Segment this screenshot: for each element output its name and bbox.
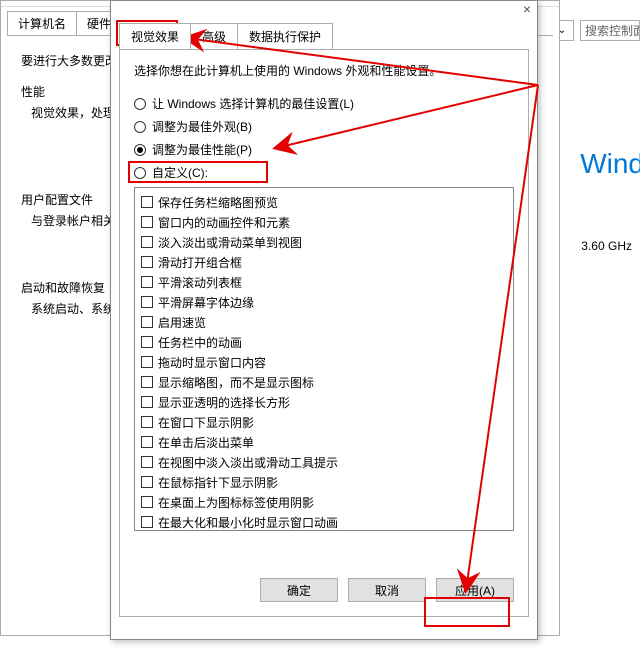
checkbox-icon[interactable]: [141, 416, 153, 428]
radio-label: 让 Windows 选择计算机的最佳设置(L): [152, 95, 354, 112]
list-item[interactable]: 拖动时显示窗口内容: [137, 352, 511, 372]
list-item[interactable]: 在窗口下显示阴影: [137, 412, 511, 432]
list-item[interactable]: 窗口内的动画控件和元素: [137, 212, 511, 232]
checkbox-icon[interactable]: [141, 256, 153, 268]
list-item-label: 在最大化和最小化时显示窗口动画: [158, 514, 338, 531]
list-item[interactable]: 启用速览: [137, 312, 511, 332]
list-item-label: 在鼠标指针下显示阴影: [158, 474, 278, 491]
list-item-label: 拖动时显示窗口内容: [158, 354, 266, 371]
checkbox-icon[interactable]: [141, 276, 153, 288]
checkbox-icon[interactable]: [141, 296, 153, 308]
checkbox-icon[interactable]: [141, 516, 153, 528]
radio-let-windows-choose[interactable]: 让 Windows 选择计算机的最佳设置(L): [134, 95, 514, 112]
tab-visual-effects[interactable]: 视觉效果: [119, 23, 191, 49]
radio-best-performance[interactable]: 调整为最佳性能(P): [134, 141, 514, 158]
radio-label: 调整为最佳性能(P): [152, 141, 252, 158]
checkbox-icon[interactable]: [141, 436, 153, 448]
list-item-label: 在窗口下显示阴影: [158, 414, 254, 431]
list-item-label: 保存任务栏缩略图预览: [158, 194, 278, 211]
apply-button[interactable]: 应用(A): [436, 578, 514, 602]
list-item[interactable]: 显示亚透明的选择长方形: [137, 392, 511, 412]
list-item-label: 窗口内的动画控件和元素: [158, 214, 290, 231]
list-item[interactable]: 淡入淡出或滑动菜单到视图: [137, 232, 511, 252]
list-item-label: 滑动打开组合框: [158, 254, 242, 271]
list-item-label: 显示亚透明的选择长方形: [158, 394, 290, 411]
radio-label: 自定义(C):: [152, 164, 208, 181]
list-item[interactable]: 平滑滚动列表框: [137, 272, 511, 292]
list-item-label: 平滑屏幕字体边缘: [158, 294, 254, 311]
windows-brand-text: Wind: [580, 148, 640, 180]
checkbox-icon[interactable]: [141, 236, 153, 248]
perf-tabs: 视觉效果 高级 数据执行保护: [111, 17, 537, 49]
checkbox-icon[interactable]: [141, 336, 153, 348]
list-item[interactable]: 保存任务栏缩略图预览: [137, 192, 511, 212]
radio-best-appearance[interactable]: 调整为最佳外观(B): [134, 118, 514, 135]
list-item-label: 平滑滚动列表框: [158, 274, 242, 291]
checkbox-icon[interactable]: [141, 216, 153, 228]
list-item-label: 任务栏中的动画: [158, 334, 242, 351]
list-item[interactable]: 显示缩略图，而不是显示图标: [137, 372, 511, 392]
list-item-label: 在视图中淡入淡出或滑动工具提示: [158, 454, 338, 471]
list-item[interactable]: 在视图中淡入淡出或滑动工具提示: [137, 452, 511, 472]
list-item-label: 启用速览: [158, 314, 206, 331]
cancel-button[interactable]: 取消: [348, 578, 426, 602]
checkbox-icon[interactable]: [141, 316, 153, 328]
list-item[interactable]: 滑动打开组合框: [137, 252, 511, 272]
checkbox-icon[interactable]: [141, 496, 153, 508]
checkbox-icon[interactable]: [141, 356, 153, 368]
radio-icon: [134, 144, 146, 156]
radio-icon: [134, 121, 146, 133]
list-item[interactable]: 在桌面上为图标标签使用阴影: [137, 492, 511, 512]
close-icon[interactable]: ×: [523, 1, 531, 17]
checkbox-icon[interactable]: [141, 376, 153, 388]
list-item[interactable]: 平滑屏幕字体边缘: [137, 292, 511, 312]
list-item-label: 显示缩略图，而不是显示图标: [158, 374, 314, 391]
checkbox-icon[interactable]: [141, 456, 153, 468]
search-input[interactable]: 搜索控制面: [580, 20, 640, 41]
list-item[interactable]: 在单击后淡出菜单: [137, 432, 511, 452]
list-item-label: 在桌面上为图标标签使用阴影: [158, 494, 314, 511]
tab-computer-name[interactable]: 计算机名: [7, 11, 77, 35]
panel-prompt: 选择你想在此计算机上使用的 Windows 外观和性能设置。: [134, 62, 514, 79]
radio-custom[interactable]: 自定义(C):: [134, 164, 514, 181]
list-item-label: 在单击后淡出菜单: [158, 434, 254, 451]
radio-label: 调整为最佳外观(B): [152, 118, 252, 135]
list-item[interactable]: 任务栏中的动画: [137, 332, 511, 352]
list-item[interactable]: 在鼠标指针下显示阴影: [137, 472, 511, 492]
tab-dep[interactable]: 数据执行保护: [237, 23, 333, 49]
radio-icon: [134, 167, 146, 179]
list-item-label: 淡入淡出或滑动菜单到视图: [158, 234, 302, 251]
visual-effects-list[interactable]: 保存任务栏缩略图预览窗口内的动画控件和元素淡入淡出或滑动菜单到视图滑动打开组合框…: [134, 187, 514, 531]
checkbox-icon[interactable]: [141, 396, 153, 408]
radio-icon: [134, 98, 146, 110]
cpu-ghz: 3.60 GHz: [581, 239, 632, 253]
list-item[interactable]: 在最大化和最小化时显示窗口动画: [137, 512, 511, 531]
tab-advanced[interactable]: 高级: [190, 23, 238, 49]
performance-options-dialog: 性能选项 × 视觉效果 高级 数据执行保护 选择你想在此计算机上使用的 Wind…: [110, 0, 538, 640]
ok-button[interactable]: 确定: [260, 578, 338, 602]
checkbox-icon[interactable]: [141, 196, 153, 208]
checkbox-icon[interactable]: [141, 476, 153, 488]
